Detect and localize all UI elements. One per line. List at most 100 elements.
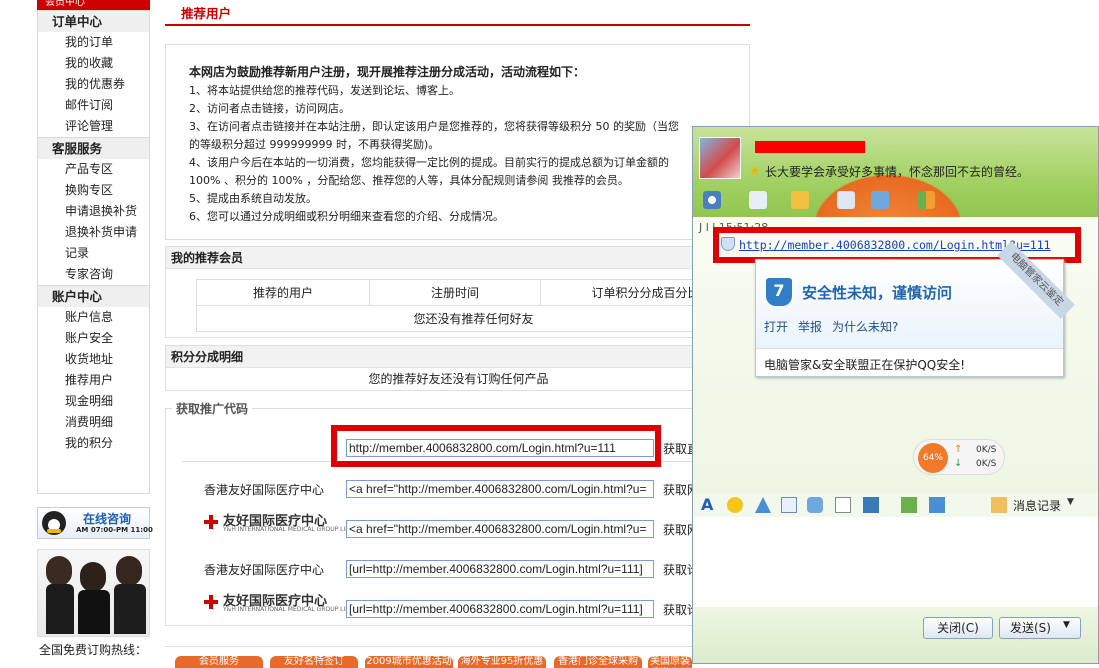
rules-panel: 本网店为鼓励推荐新用户注册，现开展推荐注册分成活动，活动流程如下： 1、将本站提… bbox=[165, 44, 750, 240]
sidebar: 会员中心 订单中心 我的订单 我的收藏 我的优惠券 邮件订阅 评论管理 客服服务… bbox=[37, 0, 153, 664]
get-html-button[interactable]: 获取网 bbox=[663, 481, 693, 498]
screenshot-icon[interactable] bbox=[929, 497, 945, 513]
highlight-box bbox=[331, 425, 661, 467]
music-icon[interactable] bbox=[901, 497, 917, 513]
security-footer: 电脑管家&安全联盟正在保护QQ安全! bbox=[764, 358, 966, 372]
sidebar-item-account-info[interactable]: 账户信息 bbox=[38, 307, 149, 328]
upload-speed: 0K/S bbox=[976, 445, 997, 455]
sidebar-item-products[interactable]: 产品专区 bbox=[38, 159, 149, 180]
bottom-tab[interactable]: 美国原装 香港直邮 bbox=[648, 656, 692, 668]
bottom-tab[interactable]: 友好名特签订 bbox=[270, 656, 358, 668]
cross-logo-icon bbox=[204, 595, 218, 609]
remote-desktop-icon[interactable] bbox=[871, 191, 889, 209]
sidebar-item-expert[interactable]: 专家咨询 bbox=[38, 264, 149, 285]
logo-subtext: Y&H INTERNATIONAL MEDICAL GROUP LIMITED bbox=[223, 526, 365, 533]
promo-label: 香港友好国际医疗中心 bbox=[204, 563, 325, 577]
history-icon[interactable] bbox=[991, 497, 1007, 513]
voice-message-icon[interactable] bbox=[807, 497, 823, 513]
contact-signature: 长大要学会承受好多事情，怀念那回不去的曾经。 bbox=[765, 165, 1030, 179]
image-icon[interactable] bbox=[863, 497, 879, 513]
rule-line: 6、您可以通过分成明细或积分明细来查看您的介绍、分成情况。 bbox=[189, 210, 504, 223]
video-call-icon[interactable] bbox=[703, 191, 721, 209]
sidebar-item-favorites[interactable]: 我的收藏 bbox=[38, 53, 149, 74]
history-label[interactable]: 消息记录 bbox=[1013, 497, 1061, 514]
file-transfer-icon[interactable] bbox=[791, 191, 809, 209]
promo-forum-image-input[interactable]: [url=http://member.4006832800.com/Login.… bbox=[346, 600, 654, 618]
logo-subtext: Y&H INTERNATIONAL MEDICAL GROUP LIMITED bbox=[223, 606, 365, 613]
sidebar-item-apply-return[interactable]: 申请退换补货 bbox=[38, 201, 149, 222]
write-icon[interactable] bbox=[835, 497, 851, 513]
promo-label: 香港友好国际医疗中心 bbox=[204, 483, 325, 497]
get-link-button[interactable]: 获取直 bbox=[663, 440, 693, 457]
action-why[interactable]: 为什么未知? bbox=[832, 318, 898, 335]
sidebar-item-spending[interactable]: 消费明细 bbox=[38, 412, 149, 433]
font-icon[interactable]: A bbox=[701, 497, 717, 513]
message-input[interactable] bbox=[693, 517, 1098, 617]
get-forum-button[interactable]: 获取论 bbox=[663, 561, 693, 578]
sidebar-item-points[interactable]: 我的积分 bbox=[38, 433, 149, 454]
sidebar-item-records[interactable]: 记录 bbox=[38, 243, 149, 264]
security-popup: 7 安全性未知，谨慎访问 打开 举报 为什么未知? 电脑管家云鉴定 电脑管家&安… bbox=[755, 241, 1075, 377]
rules-intro: 本网店为鼓励推荐新用户注册，现开展推荐注册分成活动，活动流程如下： bbox=[189, 65, 586, 79]
page-title: 推荐用户 bbox=[181, 6, 232, 21]
video-icon[interactable] bbox=[781, 497, 797, 513]
action-report[interactable]: 举报 bbox=[798, 318, 822, 335]
send-options-chevron-icon[interactable]: ▼ bbox=[1063, 620, 1070, 630]
security-shield-icon: 7 bbox=[766, 278, 792, 306]
online-consult-button[interactable]: 在线咨询 AM 07:00-PM 11:00 bbox=[37, 507, 153, 539]
format-toolbar: A 消息记录 ▼ bbox=[693, 493, 1098, 517]
download-speed: 0K/S bbox=[976, 459, 997, 469]
bottom-tab[interactable]: 2009城市优惠活动 bbox=[365, 656, 453, 668]
security-title: 安全性未知，谨慎访问 bbox=[802, 284, 953, 302]
customer-service-image bbox=[37, 549, 150, 637]
voice-call-icon[interactable] bbox=[749, 191, 767, 209]
sidebar-item-subscription[interactable]: 邮件订阅 bbox=[38, 95, 149, 116]
sidebar-item-referral[interactable]: 推荐用户 bbox=[38, 370, 149, 391]
sidebar-item-address[interactable]: 收货地址 bbox=[38, 349, 149, 370]
sidebar-item-cash[interactable]: 现金明细 bbox=[38, 391, 149, 412]
rule-line: 100% 、积分的 100% ，分配给您、推荐您的人等，具体分配规则请参阅 我推… bbox=[189, 174, 629, 187]
rule-line: 2、访问者点击链接，访问网店。 bbox=[189, 102, 350, 115]
close-button[interactable]: 关闭(C) bbox=[923, 617, 993, 639]
promo-forum-input[interactable]: [url=http://member.4006832800.com/Login.… bbox=[346, 560, 654, 578]
sidebar-item-exchange[interactable]: 换购专区 bbox=[38, 180, 149, 201]
sidebar-item-reviews[interactable]: 评论管理 bbox=[38, 116, 149, 137]
points-empty: 您的推荐好友还没有订购任何产品 bbox=[368, 372, 549, 386]
online-hours: AM 07:00-PM 11:00 bbox=[76, 526, 153, 534]
sidebar-item-coupons[interactable]: 我的优惠券 bbox=[38, 74, 149, 95]
hospital-logo: 友好国际医疗中心 Y&H INTERNATIONAL MEDICAL GROUP… bbox=[203, 590, 364, 616]
promo-html-input[interactable]: <a href="http://member.4006832800.com/Lo… bbox=[346, 480, 654, 498]
network-speed-widget: 64% ↑ ↓ 0K/S 0K/S bbox=[913, 439, 1005, 475]
sidebar-item-orders[interactable]: 我的订单 bbox=[38, 32, 149, 53]
upload-arrow-icon: ↑ bbox=[954, 444, 963, 455]
promo-html-image-input[interactable]: <a href="http://member.4006832800.com/Lo… bbox=[346, 520, 654, 538]
rule-line: 4、该用户今后在本站的一切消费，您均能获得一定比例的提成。目前实行的提成总额为订… bbox=[189, 156, 669, 169]
bottom-tab[interactable]: 香港门诊全球采购 bbox=[554, 656, 642, 668]
bottom-tab[interactable]: 会员服务 bbox=[175, 656, 263, 668]
empty-message: 您还没有推荐任何好友 bbox=[196, 305, 751, 332]
emoji-icon[interactable] bbox=[727, 497, 743, 513]
avatar[interactable] bbox=[699, 137, 741, 179]
bottom-tab[interactable]: 海外专业95折优惠 bbox=[458, 656, 546, 668]
sidebar-top-tab[interactable]: 会员中心 bbox=[37, 0, 150, 10]
apps-icon[interactable] bbox=[917, 191, 935, 209]
get-html-image-button[interactable]: 获取网 bbox=[663, 521, 693, 538]
chevron-down-icon[interactable]: ▼ bbox=[1067, 497, 1074, 507]
rule-line: 5、提成由系统自动发放。 bbox=[189, 192, 317, 205]
page-title-bar: 推荐用户 bbox=[165, 0, 750, 26]
shake-icon[interactable] bbox=[755, 497, 771, 513]
qq-penguin-icon bbox=[42, 511, 66, 535]
sidebar-item-account-security[interactable]: 账户安全 bbox=[38, 328, 149, 349]
members-panel: 我的推荐会员 推荐的用户 注册时间 订单积分分成百分比 您还没有推荐任何好友 bbox=[165, 246, 751, 338]
rule-line: 的等级积分超过 999999999 时，不再获得奖励)。 bbox=[189, 138, 440, 151]
star-icon: ★ bbox=[749, 164, 761, 179]
group-chat-icon[interactable] bbox=[837, 191, 855, 209]
rule-line: 3、在访问者点击链接并在本站注册，即认定该用户是您推荐的，您将获得等级积分 50… bbox=[189, 120, 679, 133]
contact-name-redacted bbox=[755, 141, 865, 153]
sidebar-item-return-apply[interactable]: 退换补货申请 bbox=[38, 222, 149, 243]
sidebar-menu: 订单中心 我的订单 我的收藏 我的优惠券 邮件订阅 评论管理 客服服务 产品专区… bbox=[37, 10, 150, 494]
get-forum-image-button[interactable]: 获取论 bbox=[663, 601, 693, 618]
action-open[interactable]: 打开 bbox=[764, 318, 788, 335]
points-panel: 积分分成明细 您的推荐好友还没有订购任何产品 bbox=[165, 345, 750, 391]
hotline-label: 全国免费订购热线： bbox=[39, 643, 148, 657]
